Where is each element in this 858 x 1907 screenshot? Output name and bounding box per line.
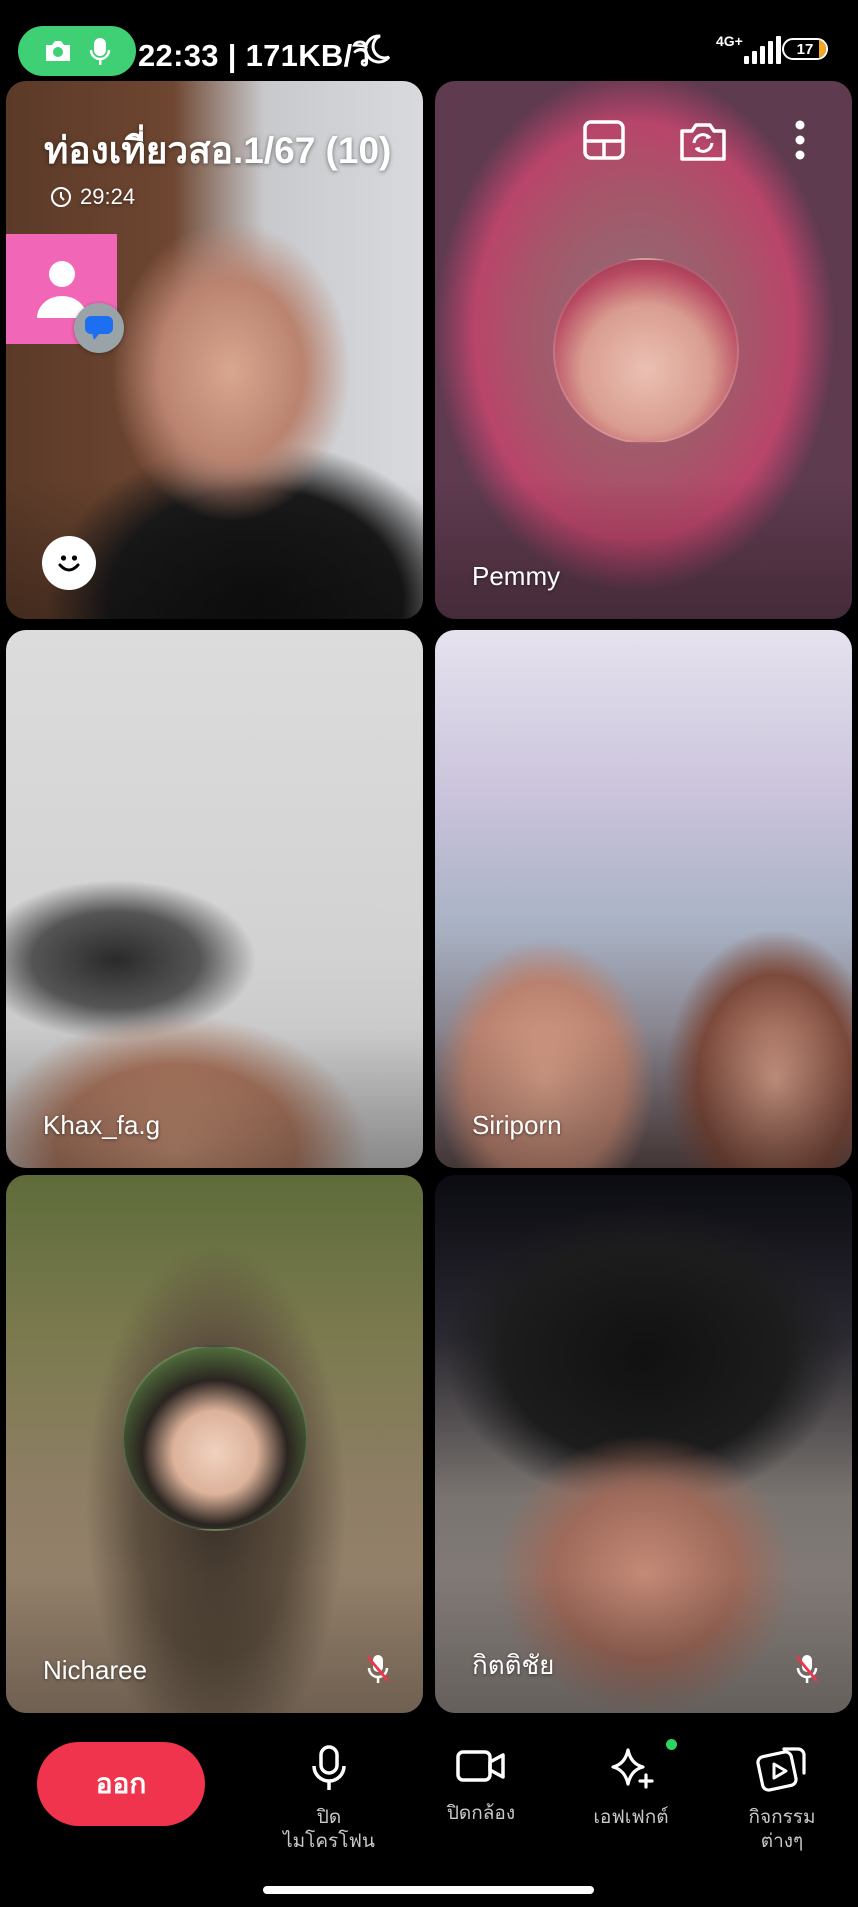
microphone-icon	[89, 38, 111, 65]
more-icon[interactable]	[791, 119, 809, 161]
signal-icon	[744, 36, 781, 64]
call-title: ท่องเที่ยวสอ.1/67 (10)	[44, 130, 392, 171]
reaction-button[interactable]	[42, 536, 96, 590]
call-timer: 29:24	[50, 184, 135, 210]
call-timer-text: 29:24	[80, 184, 136, 209]
status-time-speed: 22:33 | 171KB/วิ	[138, 38, 371, 73]
participant-name: Pemmy	[472, 561, 561, 591]
leave-call-button[interactable]: ออก	[37, 1742, 205, 1826]
participant-name: Khax_fa.g	[43, 1110, 161, 1140]
tile-shade	[6, 1573, 423, 1713]
chat-bubble-icon	[85, 316, 113, 340]
camera-off-label: ปิดกล้อง	[446, 1803, 516, 1824]
video-tile-nicharee[interactable]: Nicharee	[6, 1175, 423, 1713]
clock-icon	[51, 187, 71, 207]
participant-avatar	[122, 1345, 308, 1531]
mic-muted-icon	[366, 1655, 390, 1683]
participant-name: Nicharee	[43, 1655, 148, 1685]
layout-icon[interactable]	[582, 119, 626, 161]
mute-mic-label: ปิด ไมโครโฟน	[283, 1807, 375, 1852]
activities-icon	[756, 1747, 806, 1792]
battery-level: 17	[796, 40, 814, 58]
mute-mic-button[interactable]: ปิด ไมโครโฟน	[264, 1744, 394, 1854]
participant-avatar	[553, 258, 739, 444]
tile-shade	[435, 479, 852, 619]
network-type: 4G+	[716, 33, 743, 49]
activities-button[interactable]: กิจกรรม ต่างๆ	[717, 1744, 847, 1854]
video-camera-icon	[456, 1750, 505, 1782]
tile-shade	[435, 1028, 852, 1168]
battery-icon: 17	[782, 38, 828, 60]
video-tile-khax[interactable]: Khax_fa.g	[6, 630, 423, 1168]
camera-off-button[interactable]: ปิดกล้อง	[416, 1744, 546, 1826]
smiley-icon	[58, 555, 80, 572]
mic-muted-icon	[795, 1655, 819, 1683]
camera-icon	[46, 41, 70, 61]
video-tile-siriporn[interactable]: Siriporn	[435, 630, 852, 1168]
recording-indicator[interactable]	[18, 26, 136, 76]
effects-button[interactable]: เอฟเฟกต์	[566, 1744, 696, 1830]
tile-shade	[6, 1028, 423, 1168]
home-indicator[interactable]	[263, 1886, 594, 1894]
switch-camera-icon[interactable]	[678, 119, 728, 163]
tile-shade	[435, 1573, 852, 1713]
status-bar: 22:33 | 171KB/วิ 4G+ 17	[0, 0, 858, 80]
video-tile-pemmy[interactable]: Pemmy	[435, 81, 852, 619]
do-not-disturb-icon	[364, 34, 391, 64]
video-tile-kittichai[interactable]: กิตติชัย	[435, 1175, 852, 1713]
chat-badge-button[interactable]	[74, 303, 124, 353]
activities-label: กิจกรรม ต่างๆ	[748, 1807, 816, 1852]
participant-name: กิตติชัย	[472, 1650, 555, 1680]
participant-name: Siriporn	[472, 1110, 562, 1140]
sparkle-icon	[611, 1748, 654, 1789]
microphone-icon	[312, 1745, 346, 1790]
effects-new-badge	[666, 1739, 677, 1750]
effects-label: เอฟเฟกต์	[593, 1807, 669, 1828]
